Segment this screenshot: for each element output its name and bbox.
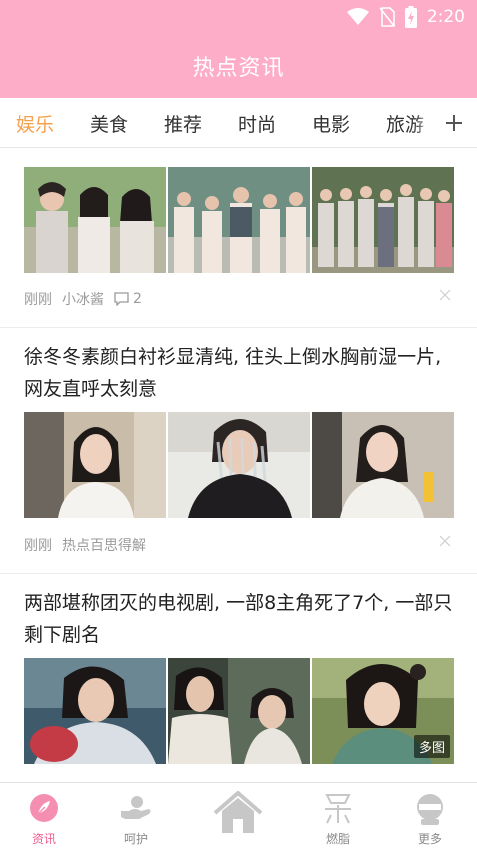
- nav-item-more[interactable]: 更多: [395, 783, 465, 849]
- news-thumbnail[interactable]: [312, 167, 454, 273]
- dismiss-icon[interactable]: [439, 535, 451, 547]
- comment-count-value: 2: [133, 291, 142, 307]
- feather-icon: [30, 794, 58, 822]
- multi-image-badge: 多图: [413, 735, 450, 758]
- nav-label: 呵护: [123, 832, 148, 846]
- comment-icon: [114, 292, 129, 306]
- tab-travel[interactable]: 旅游: [386, 110, 424, 137]
- status-icons: 2:20: [346, 6, 465, 28]
- fat-burn-icon: [325, 794, 351, 824]
- nav-item-care[interactable]: 呵护: [101, 783, 171, 849]
- news-card[interactable]: 两部堪称团灭的电视剧, 一部8主角死了7个, 一部只剩下剧名 多图: [0, 574, 477, 782]
- news-meta: 刚刚 小冰酱 2: [24, 289, 142, 309]
- add-tab-button[interactable]: [431, 98, 477, 147]
- news-card[interactable]: 徐冬冬素颜白衬衫显清纯, 往头上倒水胸前湿一片, 网友直呼太刻意 刚刚 热点百思…: [0, 328, 477, 573]
- thumbnail-row: [24, 167, 454, 273]
- no-sim-icon: [379, 7, 395, 27]
- nav-item-home[interactable]: [203, 783, 273, 849]
- nav-label: 燃脂: [325, 832, 350, 846]
- news-thumbnail[interactable]: [168, 658, 310, 764]
- news-thumbnail[interactable]: [312, 412, 454, 518]
- news-thumbnail[interactable]: [24, 412, 166, 518]
- nav-label: 资讯: [31, 832, 56, 846]
- news-title[interactable]: 徐冬冬素颜白衬衫显清纯, 往头上倒水胸前湿一片, 网友直呼太刻意: [24, 341, 456, 405]
- news-meta: 刚刚 热点百思得解: [24, 535, 146, 555]
- tab-entertainment[interactable]: 娱乐: [16, 110, 54, 137]
- thumbnail-row: 多图: [24, 658, 454, 764]
- news-time: 刚刚: [24, 292, 52, 308]
- news-thumbnail[interactable]: [24, 658, 166, 764]
- news-thumbnail[interactable]: 多图: [312, 658, 454, 764]
- more-icon: [417, 794, 443, 825]
- page-title: 热点资讯: [192, 56, 285, 81]
- bottom-nav: 资讯 呵护 燃脂 更多: [0, 782, 477, 849]
- status-time: 2:20: [426, 7, 465, 27]
- tab-food[interactable]: 美食: [90, 110, 128, 137]
- nav-label: 更多: [417, 832, 442, 846]
- news-feed[interactable]: 刚刚 小冰酱 2 徐冬冬素颜白衬衫显清纯, 往头上倒水胸前湿一片, 网友直呼太刻…: [0, 149, 477, 782]
- news-time: 刚刚: [24, 538, 52, 554]
- nav-item-news[interactable]: 资讯: [9, 783, 79, 849]
- app-header: 热点资讯: [0, 34, 477, 98]
- news-source: 热点百思得解: [62, 538, 146, 554]
- news-title[interactable]: 两部堪称团灭的电视剧, 一部8主角死了7个, 一部只剩下剧名: [24, 587, 456, 651]
- tab-recommended[interactable]: 推荐: [164, 110, 202, 137]
- plus-icon: [446, 114, 462, 131]
- home-icon: [213, 791, 263, 833]
- battery-charging-icon: [404, 6, 417, 28]
- app-screen: 2:20 热点资讯 娱乐 美食 推荐 时尚 电影 旅游 刚刚 小冰酱 2 徐冬冬…: [0, 0, 477, 849]
- category-tabs: 娱乐 美食 推荐 时尚 电影 旅游: [0, 98, 477, 148]
- tab-movies[interactable]: 电影: [312, 110, 350, 137]
- dismiss-icon[interactable]: [439, 289, 451, 301]
- nav-item-fat-burn[interactable]: 燃脂: [303, 783, 373, 849]
- care-hand-icon: [121, 796, 151, 819]
- tab-fashion[interactable]: 时尚: [238, 110, 276, 137]
- status-bar: 2:20: [0, 0, 477, 34]
- wifi-icon: [346, 8, 369, 25]
- news-source: 小冰酱: [62, 292, 104, 308]
- thumbnail-row: [24, 412, 454, 518]
- news-thumbnail[interactable]: [24, 167, 166, 273]
- news-thumbnail[interactable]: [168, 412, 310, 518]
- comment-count: 2: [114, 291, 142, 307]
- news-thumbnail[interactable]: [168, 167, 310, 273]
- news-card[interactable]: 刚刚 小冰酱 2: [0, 149, 477, 327]
